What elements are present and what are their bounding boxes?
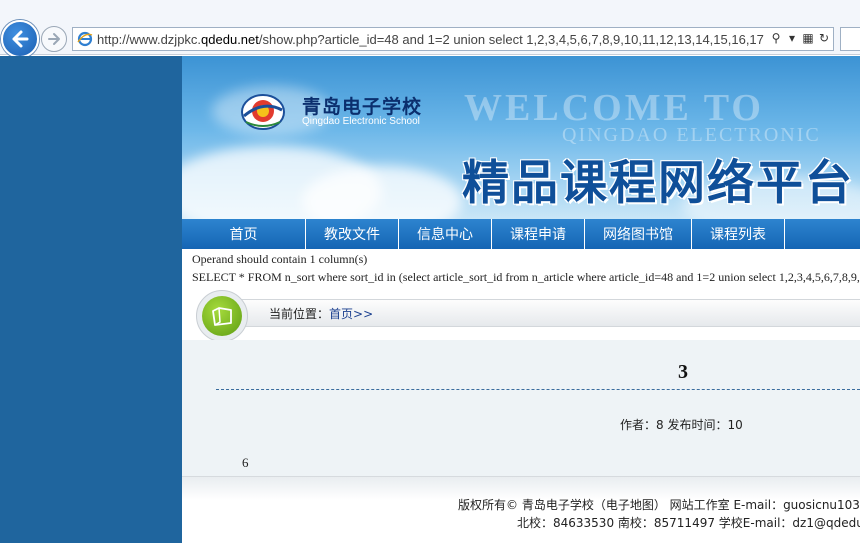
school-name-en: Qingdao Electronic School (302, 116, 420, 127)
main-nav: 首页 教改文件 信息中心 课程申请 网络图书馆 课程列表 (182, 219, 860, 249)
school-name-cn: 青岛电子学校 (302, 96, 423, 118)
new-tab-stub[interactable] (840, 27, 860, 51)
compat-view-icon[interactable]: ▦ (802, 31, 814, 45)
back-arrow-icon (12, 30, 29, 48)
site-title: 精品课程网络平台 (462, 156, 854, 211)
breadcrumb-home-link[interactable]: 首页>> (329, 307, 373, 321)
article-meta: 作者：8 发布时间：10 (620, 418, 743, 432)
ie-logo-icon (77, 31, 93, 47)
breadcrumb: 当前位置：首页>> (269, 305, 373, 322)
site-banner: 青岛电子学校 Qingdao Electronic School WELCOME… (182, 56, 860, 219)
forward-button[interactable] (41, 26, 67, 52)
search-icon[interactable]: ⚲ (770, 31, 782, 45)
sql-error-query: SELECT * FROM n_sort where sort_id in (s… (192, 270, 860, 284)
breadcrumb-badge (196, 290, 248, 342)
url-text[interactable]: http://www.dzjpkc.qdedu.net/show.php?art… (97, 32, 767, 47)
article-panel (182, 340, 860, 476)
forward-arrow-icon (48, 33, 60, 45)
left-background-strip (0, 56, 182, 543)
dropdown-icon[interactable]: ▾ (786, 31, 798, 45)
nav-item-home[interactable]: 首页 (182, 219, 306, 249)
address-bar[interactable]: http://www.dzjpkc.qdedu.net/show.php?art… (72, 27, 834, 51)
school-logo-icon (241, 94, 285, 130)
breadcrumb-prefix: 当前位置： (269, 307, 330, 321)
article-body: 6 (242, 455, 249, 470)
refresh-icon[interactable]: ↻ (818, 31, 830, 45)
nav-item-course-apply[interactable]: 课程申请 (492, 219, 585, 249)
sql-error-message: Operand should contain 1 column(s) (192, 252, 368, 266)
browser-toolbar: http://www.dzjpkc.qdedu.net/show.php?art… (0, 0, 860, 58)
folder-icon (212, 307, 232, 326)
footer-copyright: 版权所有© 青岛电子学校（电子地图） 网站工作室 E-mail：guosicnu… (458, 498, 860, 512)
nav-item-course-list[interactable]: 课程列表 (692, 219, 785, 249)
article-divider (216, 389, 860, 390)
footer-contact: 北校：84633530 南校：85711497 学校E-mail：dz1@qde… (517, 516, 860, 530)
nav-item-library[interactable]: 网络图书馆 (585, 219, 692, 249)
nav-item-reform-docs[interactable]: 教改文件 (306, 219, 399, 249)
article-title: 3 (678, 361, 688, 383)
back-button[interactable] (1, 20, 39, 58)
nav-item-info-center[interactable]: 信息中心 (399, 219, 492, 249)
